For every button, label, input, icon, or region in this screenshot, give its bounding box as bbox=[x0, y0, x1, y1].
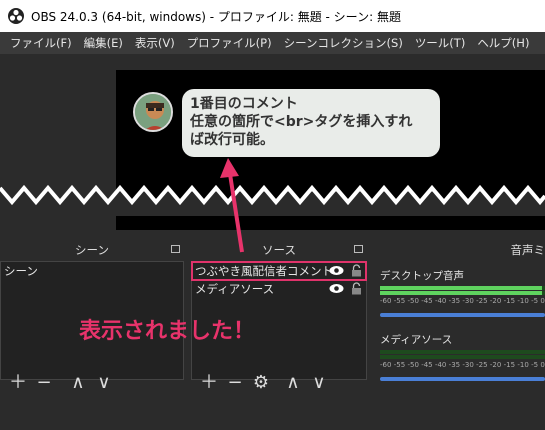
channel-name: メディアソース bbox=[380, 334, 453, 346]
move-down-icon[interactable]: ∨ bbox=[94, 373, 114, 393]
window-title: OBS 24.0.3 (64-bit, windows) - プロファイル: 無… bbox=[31, 9, 401, 24]
move-up-icon[interactable]: ∧ bbox=[283, 373, 303, 393]
comment-bubble: 1番目のコメント 任意の箇所で<br>タグを挿入すれ ば改行可能。 bbox=[182, 89, 440, 157]
title-bar: OBS 24.0.3 (64-bit, windows) - プロファイル: 無… bbox=[0, 0, 545, 32]
meter-fill bbox=[380, 291, 542, 295]
volume-slider[interactable] bbox=[380, 377, 545, 381]
scenes-title-label: シーン bbox=[75, 243, 109, 257]
add-icon[interactable]: ＋ bbox=[8, 373, 28, 393]
mixer-channel: デスクトップ音声 -60 -55 -50 -45 -40 -35 -30 -25 -20 -15-… bbox=[380, 268, 545, 317]
list-item[interactable]: メディアソース bbox=[192, 280, 366, 298]
remove-icon[interactable]: − bbox=[225, 373, 245, 393]
zigzag-separator bbox=[0, 184, 545, 216]
mixer-title-label: 音声ミ bbox=[510, 243, 545, 257]
remove-icon[interactable]: − bbox=[34, 373, 54, 393]
avatar bbox=[133, 92, 173, 132]
sources-dock-title: ソース bbox=[191, 240, 367, 260]
volume-meter bbox=[380, 291, 545, 295]
scenes-dock-title: シーン bbox=[0, 240, 184, 260]
obs-logo-icon bbox=[8, 8, 24, 24]
list-item[interactable]: シーン bbox=[1, 262, 183, 280]
source-name: つぶやき風配信者コメント bbox=[195, 264, 333, 278]
comment-line: ば改行可能。 bbox=[190, 132, 274, 148]
scenes-toolbar: ＋ − ∧ ∨ bbox=[0, 370, 114, 396]
gear-icon[interactable]: ⚙ bbox=[251, 373, 271, 393]
scene-name: シーン bbox=[4, 264, 38, 278]
volume-meter bbox=[380, 355, 545, 359]
eye-icon[interactable] bbox=[329, 265, 344, 276]
volume-meter bbox=[380, 286, 545, 290]
move-down-icon[interactable]: ∨ bbox=[309, 373, 329, 393]
menu-help[interactable]: ヘルプ(H) bbox=[471, 35, 535, 51]
volume-meter bbox=[380, 350, 545, 354]
comment-line: 任意の箇所で<br>タグを挿入すれ bbox=[190, 114, 413, 130]
menu-profile[interactable]: プロファイル(P) bbox=[181, 35, 278, 51]
comment-line: 1番目のコメント bbox=[190, 96, 298, 112]
eye-icon[interactable] bbox=[329, 283, 344, 294]
menu-tools[interactable]: ツール(T) bbox=[409, 35, 472, 51]
sources-title-label: ソース bbox=[262, 243, 296, 257]
move-up-icon[interactable]: ∧ bbox=[68, 373, 88, 393]
volume-slider[interactable] bbox=[380, 313, 545, 317]
menu-view[interactable]: 表示(V) bbox=[129, 35, 181, 51]
lock-icon[interactable] bbox=[351, 282, 362, 295]
menu-edit[interactable]: 編集(E) bbox=[78, 35, 129, 51]
menu-bar: ファイル(F) 編集(E) 表示(V) プロファイル(P) シーンコレクション(… bbox=[0, 32, 545, 54]
annotation-arrow-icon bbox=[220, 158, 244, 253]
sources-toolbar: ＋ − ⚙ ∧ ∨ bbox=[191, 370, 329, 396]
mixer-dock-title: 音声ミ bbox=[374, 240, 545, 260]
audio-mixer-dock: 音声ミ デスクトップ音声 -60 -55 -50 -45 -40 -35 -30 -25 -20… bbox=[374, 240, 545, 430]
channel-name: デスクトップ音声 bbox=[380, 270, 464, 282]
mixer-channel: メディアソース -60 -55 -50 -45 -40 -35 -30 -25 -20 -15 -1… bbox=[380, 332, 545, 381]
annotation-text: 表示されました！ bbox=[79, 319, 256, 344]
undock-icon[interactable] bbox=[354, 245, 363, 253]
source-name: メディアソース bbox=[195, 282, 275, 296]
undock-icon[interactable] bbox=[171, 245, 180, 253]
menu-scene-collection[interactable]: シーンコレクション(S) bbox=[278, 35, 409, 51]
lock-icon[interactable] bbox=[351, 264, 362, 277]
meter-ticks: -60 -55 -50 -45 -40 -35 -30 -25 -20 -15 -10 -5 0 bbox=[380, 361, 545, 369]
list-item[interactable]: つぶやき風配信者コメント bbox=[191, 261, 367, 281]
add-icon[interactable]: ＋ bbox=[199, 373, 219, 393]
meter-fill bbox=[380, 286, 542, 290]
menu-file[interactable]: ファイル(F) bbox=[4, 35, 78, 51]
meter-ticks: -60 -55 -50 -45 -40 -35 -30 -25 -20 -15 -10 -5 0 bbox=[380, 297, 545, 305]
